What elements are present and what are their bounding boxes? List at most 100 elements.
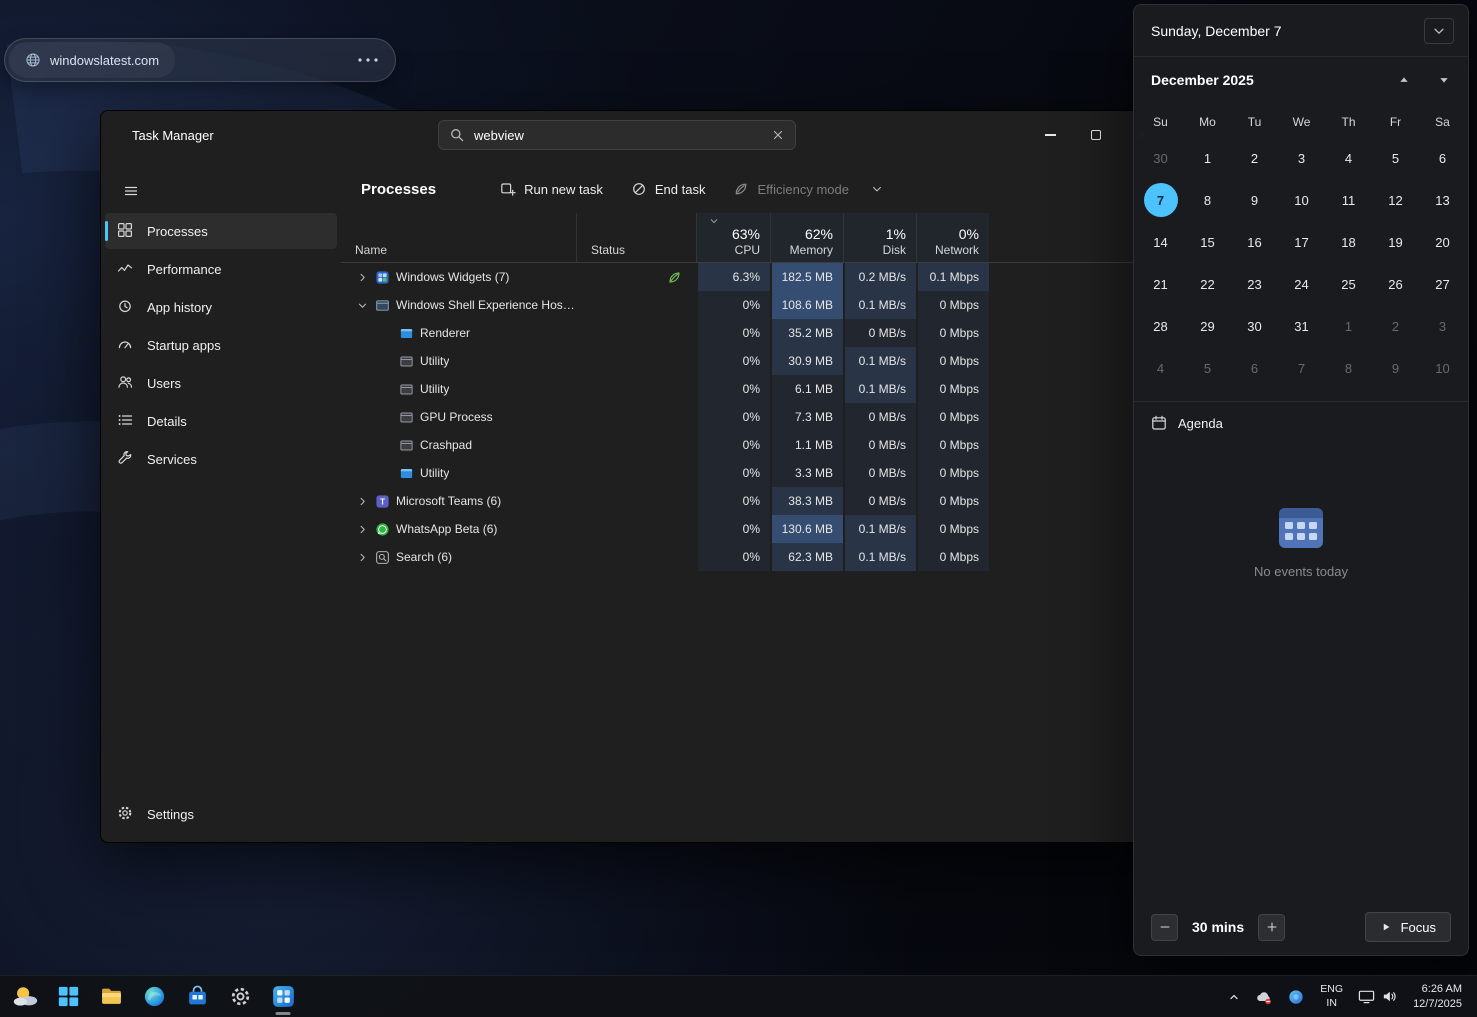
calendar-day[interactable]: 23 (1231, 263, 1278, 305)
sidebar-item-users[interactable]: Users (105, 365, 337, 401)
column-header-memory[interactable]: 62% Memory (770, 213, 843, 262)
expander-icon[interactable] (355, 272, 369, 283)
decrease-focus-button[interactable] (1151, 914, 1178, 941)
calendar-day[interactable]: 5 (1184, 347, 1231, 389)
browser-address-pill[interactable]: windowslatest.com (4, 38, 396, 82)
calendar-day[interactable]: 3 (1278, 137, 1325, 179)
clear-search-icon[interactable] (771, 128, 785, 142)
titlebar[interactable]: Task Manager (101, 111, 1179, 159)
process-row[interactable]: Crashpad0%1.1 MB0 MB/s0 Mbps (341, 431, 1179, 459)
calendar-day[interactable]: 28 (1137, 305, 1184, 347)
calendar-day[interactable]: 27 (1419, 263, 1466, 305)
column-header-network[interactable]: 0% Network (916, 213, 989, 262)
process-row[interactable]: TMicrosoft Teams (6)0%38.3 MB0 MB/s0 Mbp… (341, 487, 1179, 515)
column-header-disk[interactable]: 1% Disk (843, 213, 916, 262)
calendar-day[interactable]: 21 (1137, 263, 1184, 305)
calendar-day[interactable]: 13 (1419, 179, 1466, 221)
calendar-day[interactable]: 3 (1419, 305, 1466, 347)
process-row[interactable]: WhatsApp Beta (6)0%130.6 MB0.1 MB/s0 Mbp… (341, 515, 1179, 543)
sidebar-item-startup-apps[interactable]: Startup apps (105, 327, 337, 363)
sidebar-item-processes[interactable]: Processes (105, 213, 337, 249)
calendar-day[interactable]: 9 (1231, 179, 1278, 221)
clock[interactable]: 6:26 AM 12/7/2025 (1408, 982, 1467, 1012)
run-new-task-button[interactable]: Run new task (488, 173, 615, 205)
toolbar-more-button[interactable] (865, 173, 889, 205)
calendar-day[interactable]: 31 (1278, 305, 1325, 347)
process-row[interactable]: Windows Shell Experience Hos…0%108.6 MB0… (341, 291, 1179, 319)
site-chip[interactable]: windowslatest.com (9, 42, 175, 78)
calendar-day[interactable]: 5 (1372, 137, 1419, 179)
increase-focus-button[interactable] (1258, 914, 1285, 941)
collapse-calendar-button[interactable] (1424, 18, 1454, 44)
calendar-day[interactable]: 30 (1137, 137, 1184, 179)
calendar-day[interactable]: 15 (1184, 221, 1231, 263)
calendar-day[interactable]: 12 (1372, 179, 1419, 221)
focus-button[interactable]: Focus (1365, 912, 1451, 942)
calendar-day[interactable]: 30 (1231, 305, 1278, 347)
language-switcher[interactable]: ENG IN (1315, 983, 1348, 1009)
process-row[interactable]: Windows Widgets (7)6.3%182.5 MB0.2 MB/s0… (341, 263, 1179, 291)
taskbar-settings-icon[interactable] (220, 977, 260, 1017)
taskbar-edge-icon[interactable] (134, 977, 174, 1017)
calendar-day[interactable]: 29 (1184, 305, 1231, 347)
more-options-icon[interactable] (357, 57, 379, 63)
sidebar-item-details[interactable]: Details (105, 403, 337, 439)
sidebar-item-app-history[interactable]: App history (105, 289, 337, 325)
calendar-day[interactable]: 20 (1419, 221, 1466, 263)
calendar-day[interactable]: 11 (1325, 179, 1372, 221)
sidebar-item-performance[interactable]: Performance (105, 251, 337, 287)
taskbar-task-manager-icon[interactable] (263, 977, 303, 1017)
expander-icon[interactable] (355, 552, 369, 563)
calendar-day[interactable]: 6 (1419, 137, 1466, 179)
end-task-button[interactable]: End task (619, 173, 718, 205)
calendar-day[interactable]: 25 (1325, 263, 1372, 305)
minimize-button[interactable] (1027, 111, 1073, 159)
next-month-button[interactable] (1437, 73, 1451, 87)
process-row[interactable]: GPU Process0%7.3 MB0 MB/s0 Mbps (341, 403, 1179, 431)
search-input[interactable] (474, 128, 762, 143)
taskbar-store-icon[interactable] (177, 977, 217, 1017)
calendar-day[interactable]: 19 (1372, 221, 1419, 263)
expander-icon[interactable] (355, 496, 369, 507)
menu-toggle-button[interactable] (113, 175, 149, 207)
efficiency-mode-button[interactable]: Efficiency mode (721, 173, 861, 205)
calendar-day[interactable]: 24 (1278, 263, 1325, 305)
taskbar-file-explorer-icon[interactable] (91, 977, 131, 1017)
calendar-day[interactable]: 26 (1372, 263, 1419, 305)
calendar-day[interactable]: 16 (1231, 221, 1278, 263)
calendar-day[interactable]: 10 (1419, 347, 1466, 389)
calendar-day[interactable]: 1 (1325, 305, 1372, 347)
tray-app-button[interactable] (1283, 980, 1309, 1014)
quick-settings-button[interactable] (1354, 980, 1402, 1014)
calendar-day[interactable]: 17 (1278, 221, 1325, 263)
calendar-day[interactable]: 4 (1325, 137, 1372, 179)
calendar-day[interactable]: 7 (1137, 179, 1184, 221)
process-row[interactable]: Utility0%3.3 MB0 MB/s0 Mbps (341, 459, 1179, 487)
calendar-day[interactable]: 8 (1325, 347, 1372, 389)
column-header-name[interactable]: Name (341, 213, 576, 262)
process-row[interactable]: Utility0%30.9 MB0.1 MB/s0 Mbps (341, 347, 1179, 375)
process-row[interactable]: Search (6)0%62.3 MB0.1 MB/s0 Mbps (341, 543, 1179, 571)
calendar-day[interactable]: 6 (1231, 347, 1278, 389)
calendar-day[interactable]: 10 (1278, 179, 1325, 221)
calendar-day[interactable]: 14 (1137, 221, 1184, 263)
calendar-day[interactable]: 7 (1278, 347, 1325, 389)
expander-icon[interactable] (355, 300, 369, 311)
maximize-button[interactable] (1073, 111, 1119, 159)
show-hidden-icons-button[interactable] (1223, 980, 1245, 1014)
weather-widget[interactable] (6, 978, 44, 1016)
search-box[interactable] (438, 120, 796, 150)
calendar-day[interactable]: 22 (1184, 263, 1231, 305)
calendar-day[interactable]: 1 (1184, 137, 1231, 179)
sidebar-item-services[interactable]: Services (105, 441, 337, 477)
calendar-day[interactable]: 2 (1231, 137, 1278, 179)
sidebar-item-settings[interactable]: Settings (105, 796, 337, 832)
calendar-day[interactable]: 4 (1137, 347, 1184, 389)
expander-icon[interactable] (355, 524, 369, 535)
taskbar-start-icon[interactable] (48, 977, 88, 1017)
column-header-cpu[interactable]: 63% CPU (696, 213, 770, 262)
column-header-status[interactable]: Status (576, 213, 696, 262)
calendar-day[interactable]: 9 (1372, 347, 1419, 389)
previous-month-button[interactable] (1397, 73, 1411, 87)
onedrive-tray-button[interactable] (1251, 980, 1277, 1014)
